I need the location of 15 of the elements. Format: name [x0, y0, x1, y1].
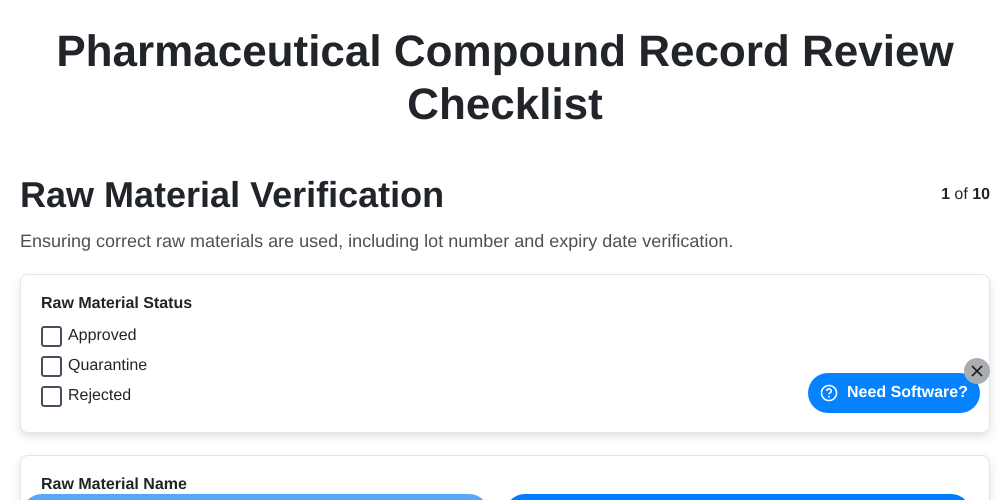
checkbox[interactable]	[41, 326, 62, 346]
question-label: Raw Material Name	[41, 476, 188, 494]
close-icon	[971, 365, 983, 377]
option-label: Quarantine	[68, 357, 148, 375]
help-icon	[820, 384, 838, 402]
step-counter: 1 of 10	[941, 186, 990, 204]
help-button[interactable]: Need Software?	[808, 373, 980, 413]
option-label: Rejected	[68, 387, 132, 405]
page-title: Pharmaceutical Compound Record Review Checklist	[55, 26, 955, 131]
section-heading: Raw Material Verification	[20, 173, 444, 217]
question-label: Raw Material Status	[41, 295, 194, 313]
section-description: Ensuring correct raw materials are used, including lot number and expiry date verification.	[20, 231, 734, 252]
option-label: Approved	[68, 327, 136, 345]
checkbox[interactable]	[41, 386, 62, 406]
checkbox[interactable]	[41, 356, 62, 376]
